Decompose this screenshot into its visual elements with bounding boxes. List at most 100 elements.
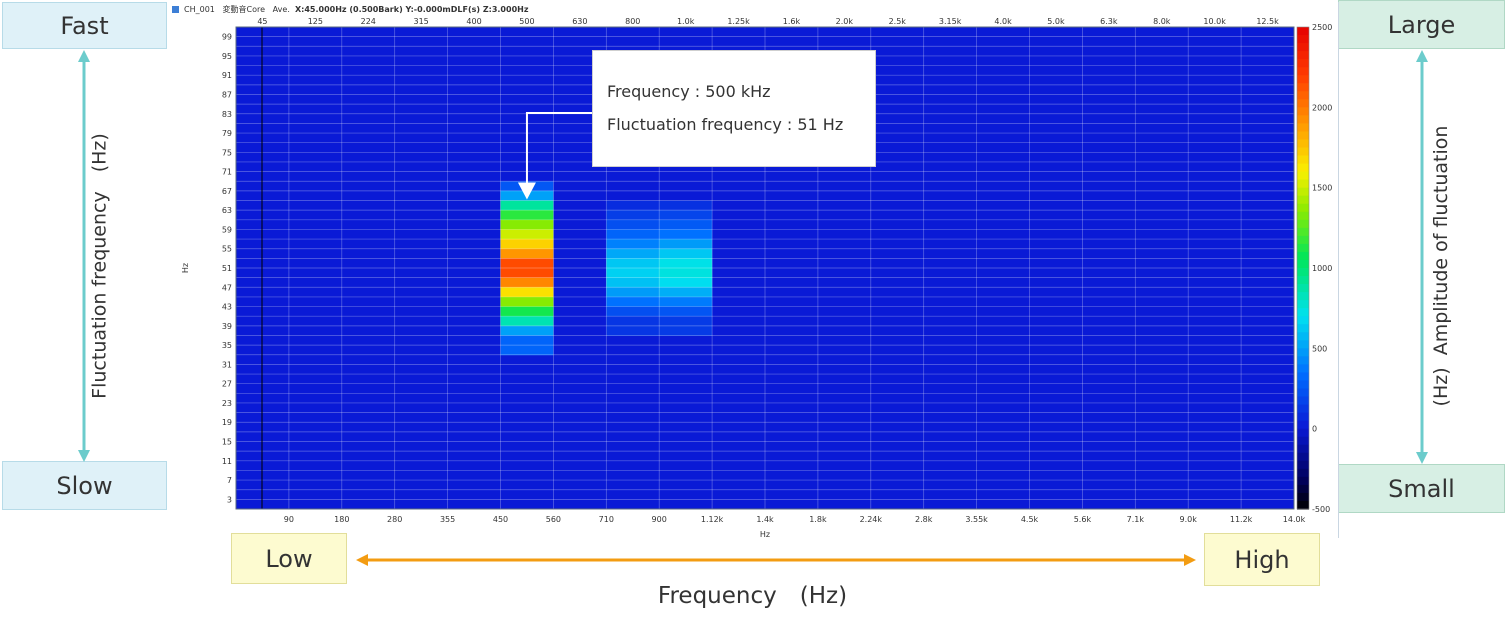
fast-label: Fast xyxy=(2,2,167,49)
colorbar-segment xyxy=(1297,43,1309,52)
colorbar-segment xyxy=(1297,348,1309,357)
horizontal-double-arrow xyxy=(356,554,1196,566)
x-tick-label-bottom: 4.5k xyxy=(1021,515,1039,524)
colorbar-segment xyxy=(1297,412,1309,422)
x-tick-label-bottom: 3.55k xyxy=(965,515,988,524)
colorbar-segment xyxy=(1297,284,1309,293)
colorbar-segment xyxy=(1297,123,1309,133)
colorbar-tick-label: 2000 xyxy=(1312,103,1332,112)
x-tick-label-bottom: 9.0k xyxy=(1180,515,1198,524)
colorbar-segment xyxy=(1297,492,1309,502)
colorbar-segment xyxy=(1297,227,1309,237)
x-tick-label-top: 10.0k xyxy=(1203,17,1226,26)
colorbar-segment xyxy=(1297,324,1309,333)
x-tick-label-top: 224 xyxy=(361,17,376,26)
colorbar-segment xyxy=(1297,115,1309,124)
x-tick-label-bottom: 11.2k xyxy=(1230,515,1253,524)
x-tick-label-bottom: 180 xyxy=(334,515,349,524)
colorbar-segment xyxy=(1297,452,1309,462)
x-tick-label-top: 3.15k xyxy=(939,17,962,26)
colorbar-segment xyxy=(1297,380,1309,390)
channel-name: CH_001 xyxy=(184,5,215,14)
x-tick-label-top: 315 xyxy=(414,17,429,26)
peak-callout: Frequency : 500 kHz Fluctuation frequenc… xyxy=(592,50,876,167)
small-label: Small xyxy=(1338,464,1505,513)
colorbar-segment xyxy=(1297,139,1309,149)
y-tick-label: 91 xyxy=(222,71,232,80)
x-tick-label-bottom: 2.8k xyxy=(915,515,933,524)
y-tick-label: 11 xyxy=(222,457,232,466)
colorbar-segment xyxy=(1297,251,1309,261)
colorbar-segment xyxy=(1297,388,1309,398)
colorbar-segment xyxy=(1297,276,1309,285)
y-tick-label: 55 xyxy=(222,245,232,254)
x-tick-label-top: 8.0k xyxy=(1153,17,1171,26)
colorbar-segment xyxy=(1297,476,1309,486)
slow-label: Slow xyxy=(2,461,167,510)
colorbar-tick-label: 500 xyxy=(1312,344,1327,353)
amplitude-of-fluctuation-axis-label: (Hz) Amplitude of fluctuation xyxy=(1430,125,1452,407)
y-tick-label: 39 xyxy=(222,322,232,331)
y-tick-label: 59 xyxy=(222,225,232,234)
colorbar-segment xyxy=(1297,300,1309,309)
y-tick-label: 95 xyxy=(222,52,232,61)
colorbar-segment xyxy=(1297,500,1309,510)
x-tick-label-top: 12.5k xyxy=(1256,17,1279,26)
colorbar-segment xyxy=(1297,107,1309,116)
colorbar-segment xyxy=(1297,308,1309,317)
colorbar-segment xyxy=(1297,372,1309,382)
x-tick-label-top: 6.3k xyxy=(1100,17,1118,26)
x-tick-label-bottom: 7.1k xyxy=(1127,515,1145,524)
x-tick-label-top: 1.6k xyxy=(783,17,801,26)
colorbar-segment xyxy=(1297,171,1309,181)
colorbar-segment xyxy=(1297,219,1309,229)
x-tick-label-bottom: 450 xyxy=(493,515,508,524)
colorbar-segment xyxy=(1297,147,1309,157)
colorbar-segment xyxy=(1297,235,1309,245)
y-tick-label: 87 xyxy=(222,90,232,99)
colorbar-segment xyxy=(1297,35,1309,44)
colorbar-segment xyxy=(1297,243,1309,253)
x-tick-label-bottom: 560 xyxy=(546,515,561,524)
colorbar-segment xyxy=(1297,155,1309,165)
y-tick-label: 51 xyxy=(222,264,232,273)
colorbar-segment xyxy=(1297,67,1309,76)
analysis-name: 変動音Core xyxy=(222,5,266,14)
y-tick-label: 71 xyxy=(222,168,232,177)
x-tick-label-top: 2.0k xyxy=(836,17,854,26)
colorbar-tick-label: 2500 xyxy=(1312,23,1332,32)
y-tick-label: 75 xyxy=(222,148,232,157)
cursor-readout: X:45.000Hz (0.500Bark) Y:-0.000mDLF(s) Z… xyxy=(294,5,529,14)
colorbar-segment xyxy=(1297,364,1309,374)
colorbar-tick-label: 1000 xyxy=(1312,264,1332,273)
x-tick-label-bottom: 2.24k xyxy=(860,515,883,524)
y-tick-label: 67 xyxy=(222,187,232,196)
x-tick-label-top: 800 xyxy=(625,17,640,26)
colorbar-segment xyxy=(1297,59,1309,68)
y-tick-label: 43 xyxy=(222,303,232,312)
x-tick-label-bottom: 355 xyxy=(440,515,455,524)
x-tick-label-bottom: 14.0k xyxy=(1283,515,1306,524)
colorbar-segment xyxy=(1297,444,1309,454)
colorbar-segment xyxy=(1297,340,1309,349)
x-tick-label-top: 500 xyxy=(519,17,534,26)
colorbar-segment xyxy=(1297,91,1309,100)
colorbar-segment xyxy=(1297,51,1309,60)
colorbar-segment xyxy=(1297,356,1309,365)
y-tick-label: 35 xyxy=(222,341,232,350)
y-tick-label: 99 xyxy=(222,33,232,42)
colorbar-segment xyxy=(1297,396,1309,406)
y-tick-label: 27 xyxy=(222,380,232,389)
colorbar-segment xyxy=(1297,420,1309,430)
y-tick-label: 3 xyxy=(227,495,232,504)
x-tick-label-top: 5.0k xyxy=(1047,17,1065,26)
callout-fluctuation-frequency: Fluctuation frequency : 51 Hz xyxy=(607,115,844,134)
x-tick-label-bottom: 280 xyxy=(387,515,402,524)
y-tick-label: 7 xyxy=(227,476,232,485)
colorbar-segment xyxy=(1297,460,1309,470)
x-tick-label-bottom: 900 xyxy=(652,515,667,524)
x-tick-label-bottom: 1.8k xyxy=(809,515,827,524)
x-tick-label-top: 400 xyxy=(466,17,481,26)
y-axis-unit-label: Hz xyxy=(181,263,190,273)
colorbar-segment xyxy=(1297,404,1309,414)
